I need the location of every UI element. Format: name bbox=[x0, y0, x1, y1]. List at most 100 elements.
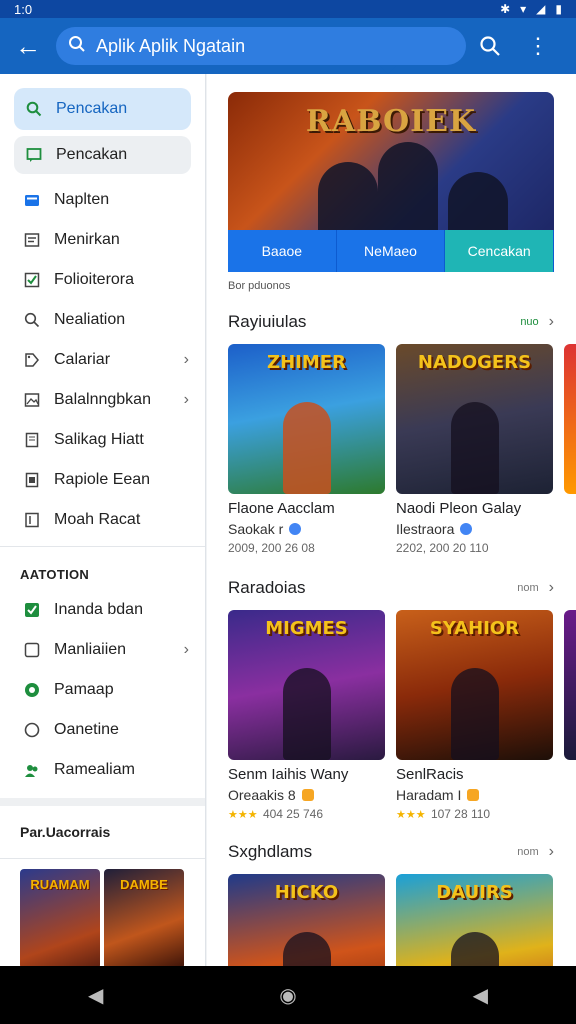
sidebar-item-nealiation[interactable]: Nealiation bbox=[0, 300, 205, 340]
cover-title: SYAHIOR bbox=[429, 618, 520, 639]
game-meta: 2202, 200 20 110 bbox=[396, 541, 489, 555]
cover-title: NADOGERS bbox=[417, 352, 532, 373]
see-more-link[interactable]: nuo › bbox=[520, 313, 554, 331]
card-row: ZHIMER Flaone Aacclam Saokak r 2009, 200… bbox=[228, 344, 553, 555]
sidebar-item-folioiterora[interactable]: Folioiterora bbox=[0, 260, 205, 300]
chevron-right-icon: › bbox=[548, 579, 554, 596]
chevron-right-icon: › bbox=[183, 351, 189, 368]
sidebar-item-label: Oanetine bbox=[54, 721, 119, 738]
back-arrow-icon[interactable]: ← bbox=[0, 18, 56, 74]
star-rating-icon: ★★★ bbox=[396, 809, 426, 821]
app-bar: ← Aplik Aplik Ngatain ⋮ bbox=[0, 18, 576, 74]
tab-nemaeo[interactable]: NeMaeo bbox=[336, 230, 446, 272]
folder-icon bbox=[22, 190, 42, 210]
star-rating-icon: ★★★ bbox=[228, 809, 258, 821]
sidebar-item-label: Naplten bbox=[54, 191, 110, 208]
chevron-right-icon: › bbox=[183, 641, 189, 658]
more-vert-icon[interactable]: ⋮ bbox=[514, 18, 562, 74]
battery-icon: ▮ bbox=[555, 2, 562, 16]
sidebar-item-moah-racat[interactable]: Moah Racat bbox=[0, 500, 205, 540]
hero-title: RABOIEK bbox=[305, 104, 477, 139]
row-header: Sxghdlams nom › bbox=[228, 842, 554, 862]
circle-icon bbox=[22, 720, 42, 740]
dropdown-caret-icon bbox=[380, 66, 396, 74]
cover-figure bbox=[450, 668, 499, 760]
see-more-link[interactable]: nom › bbox=[517, 579, 554, 597]
sidebar-item-label: Rapiole Eean bbox=[54, 471, 151, 488]
tab-baaoe[interactable]: Baaoe bbox=[228, 230, 337, 272]
chevron-right-icon: › bbox=[548, 313, 554, 330]
game-cover: SYAHIOR bbox=[396, 610, 553, 760]
game-title: SenlRacis bbox=[396, 766, 464, 783]
cover-figure bbox=[450, 402, 499, 494]
sidebar-item-menirkan[interactable]: Menirkan bbox=[0, 220, 205, 260]
sidebar-item-label: Nealiation bbox=[54, 311, 126, 328]
game-title: Naodi Pleon Galay bbox=[396, 500, 522, 517]
sidebar-item-oanetine[interactable]: Oanetine bbox=[0, 710, 205, 750]
sidebar-item-manliaiien[interactable]: Manliaiien › bbox=[0, 630, 205, 670]
next-card-peek[interactable] bbox=[564, 610, 576, 760]
sidebar: Pencakan Pencakan Naplten Menirkan Folio… bbox=[0, 74, 206, 966]
game-thumbnail[interactable]: DAMBE bbox=[104, 869, 184, 966]
sidebar-item-salikag-hiatt[interactable]: Salikag Hiatt bbox=[0, 420, 205, 460]
sidebar-item-ramealiam[interactable]: Ramealiam bbox=[0, 750, 205, 790]
sidebar-item-pencakan[interactable]: Pencakan bbox=[14, 136, 191, 174]
section-title: AATOTION bbox=[0, 546, 205, 590]
sidebar-item-label: Salikag Hiatt bbox=[54, 431, 144, 448]
developer-name: Haradam I bbox=[396, 787, 462, 803]
recents-nav-icon[interactable]: ◀ bbox=[473, 983, 488, 1008]
card-row: MIGMES Senm Iaihis Wany Oreaakis 8 ★★★ 4… bbox=[228, 610, 553, 821]
card-row: HICKO DAUIRS bbox=[228, 874, 553, 966]
home-nav-icon[interactable]: ◉ bbox=[279, 983, 296, 1008]
game-developer: Ilestraora bbox=[396, 521, 553, 537]
game-developer: Oreaakis 8 bbox=[228, 787, 385, 803]
search-text: Aplik Aplik Ngatain bbox=[96, 35, 246, 56]
game-thumbnail[interactable]: RUAMAM bbox=[20, 869, 100, 966]
cover-title: ZHIMER bbox=[267, 352, 346, 373]
game-card[interactable]: DAUIRS bbox=[396, 874, 553, 966]
system-nav-bar: ◀ ◉ ◀ bbox=[0, 966, 576, 1024]
search-button-icon[interactable] bbox=[466, 18, 514, 74]
cover-figure bbox=[282, 668, 331, 760]
game-title: Flaone Aacclam bbox=[228, 500, 335, 517]
game-card[interactable]: MIGMES Senm Iaihis Wany Oreaakis 8 ★★★ 4… bbox=[228, 610, 385, 821]
signal-icon: ◢ bbox=[536, 2, 546, 16]
sidebar-item-label: Folioiterora bbox=[54, 271, 135, 288]
game-cover: MIGMES bbox=[228, 610, 385, 760]
game-card[interactable]: SYAHIOR SenlRacis Haradam I ★★★ 107 28 1… bbox=[396, 610, 553, 821]
game-card[interactable]: HICKO bbox=[228, 874, 385, 966]
sidebar-item-inanda-bdan[interactable]: Inanda bdan bbox=[0, 590, 205, 630]
sidebar-item-label: Pencakan bbox=[56, 100, 128, 117]
verified-badge-icon bbox=[289, 523, 302, 535]
sidebar-item-label: Menirkan bbox=[54, 231, 120, 248]
sidebar-item-balalnngbkan[interactable]: Balalnngbkan › bbox=[0, 380, 205, 420]
search-input[interactable]: Aplik Aplik Ngatain bbox=[56, 27, 466, 65]
sidebar-item-search[interactable]: Pencakan bbox=[14, 88, 191, 130]
developer-name: Ilestraora bbox=[396, 521, 455, 537]
status-time: 1:0 bbox=[14, 1, 33, 17]
sidebar-item-naplten[interactable]: Naplten bbox=[0, 180, 205, 220]
checkbox-icon bbox=[22, 270, 42, 290]
sidebar-item-calariar[interactable]: Calariar › bbox=[0, 340, 205, 380]
thumbnail-title: DAMBE bbox=[120, 877, 168, 892]
game-title: Senm Iaihis Wany bbox=[228, 766, 349, 783]
back-nav-icon[interactable]: ◀ bbox=[88, 983, 103, 1008]
tab-cencakan[interactable]: Cencakan bbox=[445, 230, 555, 272]
main-content: RABOIEK Baaoe NeMaeo Cencakan Bor pduono… bbox=[207, 74, 576, 966]
sidebar-item-label: Calariar bbox=[54, 351, 111, 368]
people-icon bbox=[22, 760, 42, 780]
sidebar-item-pamaap[interactable]: Pamaap bbox=[0, 670, 205, 710]
cover-figure bbox=[282, 402, 331, 494]
developer-name: Oreaakis 8 bbox=[228, 787, 296, 803]
search-icon bbox=[24, 99, 44, 119]
document-icon bbox=[22, 430, 42, 450]
game-card[interactable]: NADOGERS Naodi Pleon Galay Ilestraora 22… bbox=[396, 344, 553, 555]
next-card-peek[interactable] bbox=[564, 344, 576, 494]
game-developer: Haradam I bbox=[396, 787, 553, 803]
row-header: Raradoias nom › bbox=[228, 578, 554, 598]
divider bbox=[0, 798, 205, 806]
game-card[interactable]: ZHIMER Flaone Aacclam Saokak r 2009, 200… bbox=[228, 344, 385, 555]
see-more-link[interactable]: nom › bbox=[517, 843, 554, 861]
developer-name: Saokak r bbox=[228, 521, 284, 537]
sidebar-item-rapiole-eean[interactable]: Rapiole Eean bbox=[0, 460, 205, 500]
